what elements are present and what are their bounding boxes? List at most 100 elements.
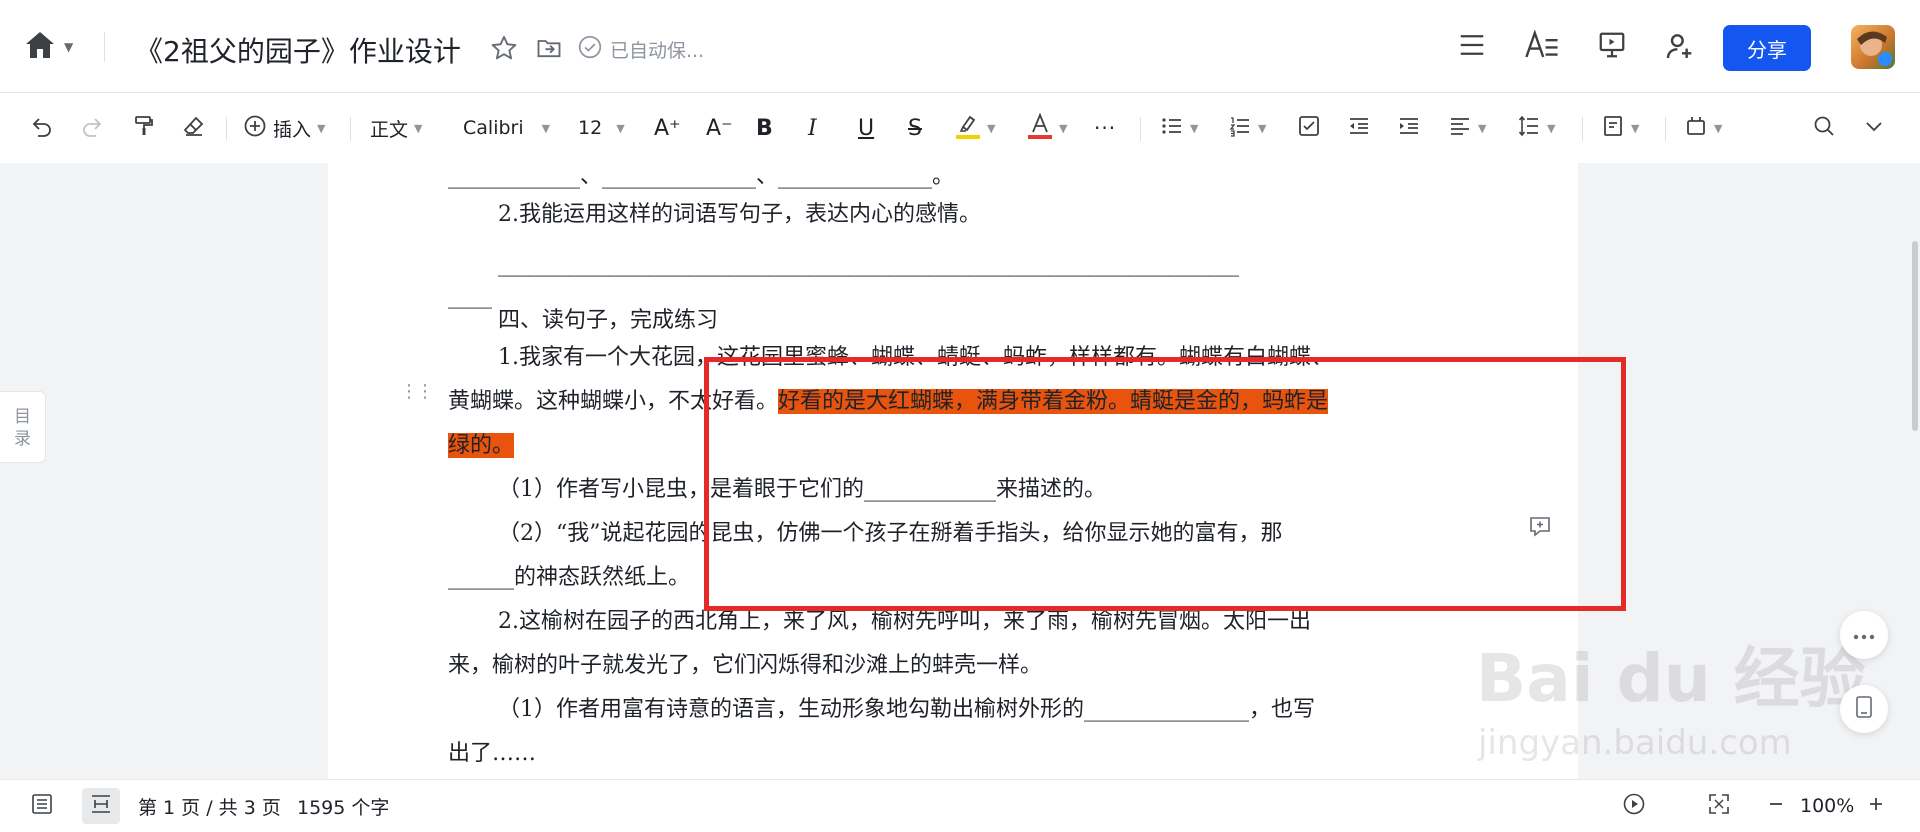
chevron-down-icon: ▼: [541, 121, 551, 135]
paragraph-line[interactable]: 2.这榆树在园子的西北角上，来了风，榆树先呼叫，来了雨，榆树先冒烟。太阳一出: [498, 600, 1311, 644]
move-icon[interactable]: [535, 34, 563, 66]
more-actions-button[interactable]: [1840, 611, 1888, 659]
question-line[interactable]: ______的神态跃然纸上。: [448, 556, 690, 600]
page-setup-icon: [1601, 114, 1625, 143]
divider: [350, 117, 351, 141]
toc-label: 目: [14, 407, 31, 427]
status-bar: 第 1 页 / 共 3 页 1595 个字 100%: [0, 779, 1920, 832]
question-line[interactable]: （2）“我”说起花园的昆虫，仿佛一个孩子在掰着手指头，给你显示她的富有，那: [498, 512, 1283, 556]
insert-label: 插入: [273, 118, 312, 141]
document-title[interactable]: 《2祖父的园子》作业设计: [135, 30, 461, 70]
home-button[interactable]: ▼: [24, 30, 73, 64]
drag-handle-icon[interactable]: ⋮⋮: [400, 381, 434, 402]
chevron-down-icon: ▼: [1631, 121, 1640, 135]
autosave-status: 已自动保...: [610, 40, 705, 62]
text-format-icon[interactable]: [1524, 28, 1560, 66]
document-canvas: 目 录 ⋮⋮ ____________、______________、_____…: [0, 163, 1920, 779]
indent-button[interactable]: [1397, 93, 1421, 163]
search-icon: [1812, 114, 1836, 143]
answer-blank-line[interactable]: ________________________________________…: [498, 243, 1239, 287]
search-button[interactable]: [1812, 93, 1836, 163]
font-color-button[interactable]: ▼: [1027, 93, 1067, 163]
checkbox-icon: [1297, 114, 1321, 143]
page-view-button[interactable]: [82, 788, 120, 824]
add-user-icon[interactable]: [1664, 30, 1696, 66]
paragraph-line[interactable]: 2.我能运用这样的词语写句子，表达内心的感情。: [498, 193, 981, 237]
comment-add-icon[interactable]: [1528, 514, 1552, 542]
question-line[interactable]: 出了……: [448, 732, 536, 776]
more-formatting-button[interactable]: ···: [1094, 93, 1116, 163]
strikethrough-button[interactable]: S: [908, 93, 922, 163]
present-button[interactable]: [1622, 780, 1646, 832]
outline-button[interactable]: [30, 780, 54, 832]
align-icon: [1448, 114, 1472, 143]
question-line[interactable]: （1）作者用富有诗意的语言，生动形象地勾勒出榆树外形的_____________…: [498, 688, 1315, 732]
highlighted-text[interactable]: 好看的是大红蝴蝶，满身带着金粉。蜻蜓是金的，蚂蚱是: [778, 389, 1329, 414]
chevron-down-icon: ▼: [64, 40, 74, 54]
vertical-scrollbar[interactable]: [1912, 241, 1918, 431]
chevron-down-icon: ▼: [1190, 121, 1199, 135]
collapse-toolbar-button[interactable]: [1862, 93, 1886, 163]
zoom-in-button[interactable]: [1866, 780, 1886, 832]
bold-button[interactable]: B: [756, 93, 773, 163]
italic-button[interactable]: I: [808, 93, 817, 163]
align-button[interactable]: ▼: [1448, 93, 1486, 163]
eraser-icon: [182, 114, 206, 143]
font-size-select[interactable]: 12 ▼: [578, 93, 625, 163]
answer-blank-line[interactable]: ____: [448, 275, 492, 319]
paragraph-line[interactable]: 黄蝴蝶。这种蝴蝶小，不太好看。好看的是大红蝴蝶，满身带着金粉。蜻蜓是金的，蚂蚱是: [448, 380, 1329, 424]
present-icon[interactable]: [1597, 30, 1627, 64]
undo-icon: [30, 114, 54, 143]
undo-button[interactable]: [30, 93, 54, 163]
underline-button[interactable]: U: [858, 93, 874, 163]
plugin-button[interactable]: ▼: [1684, 93, 1722, 163]
word-count: 1595 个字: [297, 796, 390, 819]
zoom-out-button[interactable]: [1766, 780, 1786, 832]
chevron-down-icon: ▼: [1547, 121, 1556, 135]
task-list-button[interactable]: [1297, 93, 1321, 163]
format-painter-icon: [132, 114, 156, 143]
clear-format-button[interactable]: [182, 93, 206, 163]
paragraph-line[interactable]: 来，榆树的叶子就发光了，它们闪烁得和沙滩上的蚌壳一样。: [448, 644, 1042, 688]
paragraph-line[interactable]: 1.我家有一个大花园，这花园里蜜蜂、蝴蝶、蜻蜓、蚂蚱，样样都有。蝴蝶有白蝴蝶、: [498, 336, 1333, 380]
chevron-down-icon: ▼: [1478, 121, 1487, 135]
share-button[interactable]: 分享: [1723, 25, 1811, 71]
divider: [226, 117, 227, 141]
redo-button[interactable]: [80, 93, 104, 163]
decrease-font-button[interactable]: A⁻: [706, 93, 733, 163]
zoom-out-icon: [1766, 794, 1786, 819]
avatar[interactable]: [1851, 25, 1895, 69]
numbered-list-button[interactable]: ▼: [1228, 93, 1266, 163]
redo-icon: [80, 114, 104, 143]
mobile-view-button[interactable]: [1840, 685, 1888, 733]
paragraph-style-select[interactable]: 正文 ▼: [370, 93, 422, 163]
star-icon[interactable]: [490, 34, 518, 66]
insert-menu[interactable]: 插入 ▼: [243, 93, 325, 163]
divider: [1582, 117, 1583, 141]
highlight-button[interactable]: ▼: [955, 93, 995, 163]
increase-font-button[interactable]: A⁺: [654, 93, 681, 163]
divider: [104, 32, 105, 62]
chevron-down-icon: [1862, 114, 1886, 143]
highlighted-text[interactable]: 绿的。: [448, 433, 515, 458]
chevron-down-icon: ▼: [414, 121, 423, 135]
more-icon: [1852, 626, 1876, 645]
menu-icon[interactable]: [1457, 30, 1487, 64]
line-spacing-button[interactable]: ▼: [1517, 93, 1555, 163]
zoom-level[interactable]: 100%: [1800, 780, 1854, 832]
page-info: 第 1 页 / 共 3 页: [138, 796, 281, 819]
formatting-toolbar: 插入 ▼ 正文 ▼ Calibri ▼ 12 ▼ A⁺ A⁻ B I U S ▼…: [0, 93, 1920, 163]
paragraph-line[interactable]: 绿的。: [448, 424, 515, 468]
format-painter-button[interactable]: [132, 93, 156, 163]
fullscreen-button[interactable]: [1707, 780, 1731, 832]
outdent-button[interactable]: [1347, 93, 1371, 163]
question-line[interactable]: （1）作者写小昆虫，是着眼于它们的____________来描述的。: [498, 468, 1106, 512]
bullet-list-button[interactable]: ▼: [1160, 93, 1198, 163]
plugin-icon: [1684, 114, 1708, 143]
chevron-down-icon: ▼: [616, 121, 625, 135]
bold-icon: B: [756, 115, 773, 141]
page-setup-button[interactable]: ▼: [1601, 93, 1639, 163]
more-icon: ···: [1094, 116, 1117, 140]
table-of-contents-toggle[interactable]: 目 录: [0, 391, 46, 463]
font-family-select[interactable]: Calibri ▼: [463, 93, 550, 163]
